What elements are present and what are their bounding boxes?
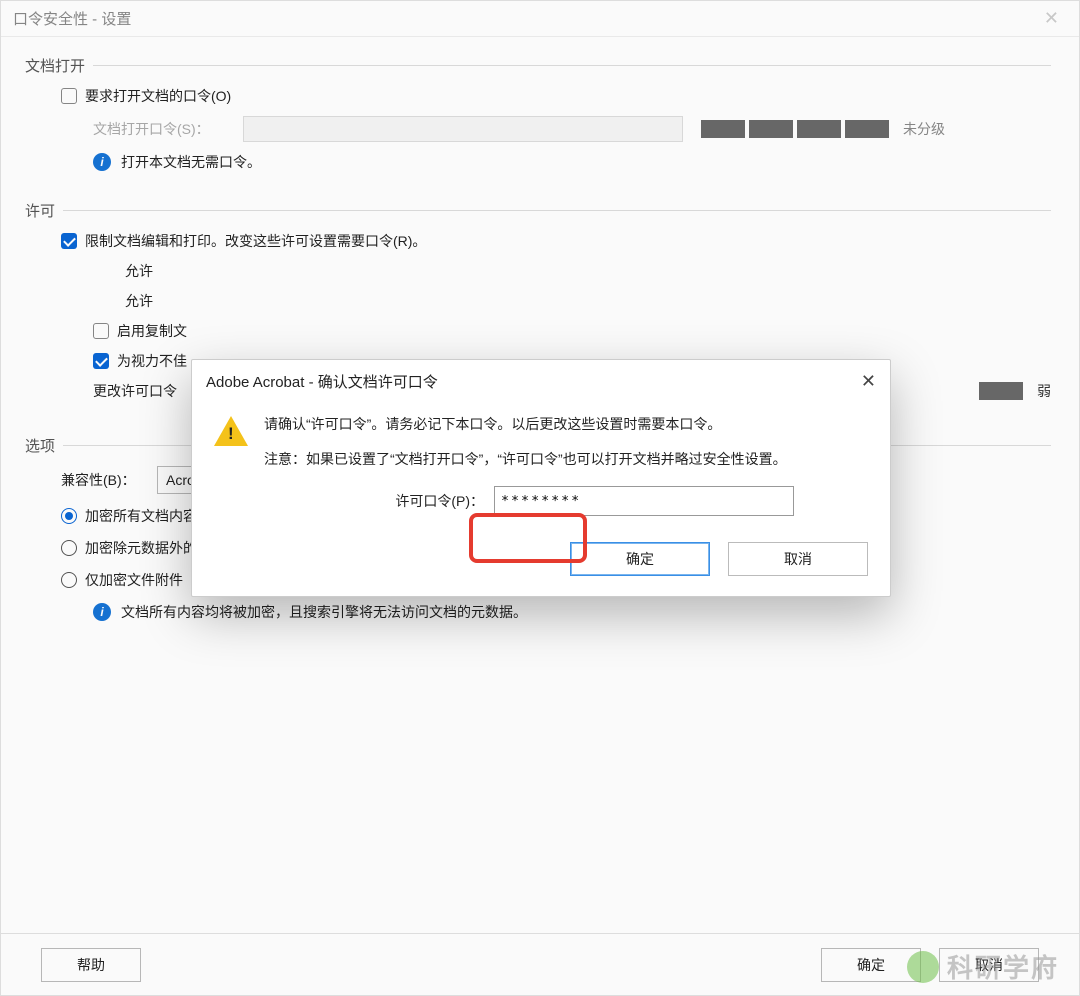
- modal-titlebar: Adobe Acrobat - 确认文档许可口令 ✕: [192, 360, 890, 402]
- modal-password-row: 许可口令(P)：: [264, 486, 794, 516]
- close-icon[interactable]: ✕: [861, 371, 876, 392]
- modal-text: 请确认“许可口令”。请务必记下本口令。以后更改这些设置时需要本口令。 注意：如果…: [264, 412, 794, 516]
- watermark-text: 科研学府: [947, 948, 1059, 985]
- modal-cancel-button[interactable]: 取消: [728, 542, 868, 576]
- security-settings-window: 口令安全性 - 设置 ✕ 文档打开 要求打开文档的口令(O) 文档打开口令(S)…: [0, 0, 1080, 996]
- modal-cancel-label: 取消: [784, 549, 812, 569]
- modal-body: 请确认“许可口令”。请务必记下本口令。以后更改这些设置时需要本口令。 注意：如果…: [192, 402, 890, 534]
- modal-title: Adobe Acrobat - 确认文档许可口令: [206, 371, 438, 392]
- modal-message-2: 注意：如果已设置了“文档打开口令”，“许可口令”也可以打开文档并略过安全性设置。: [264, 447, 794, 472]
- modal-message-1: 请确认“许可口令”。请务必记下本口令。以后更改这些设置时需要本口令。: [264, 412, 794, 437]
- watermark-icon: [907, 951, 939, 983]
- modal-actions: 确定 取消: [192, 534, 890, 596]
- watermark: 科研学府: [907, 948, 1059, 985]
- modal-ok-button[interactable]: 确定: [570, 542, 710, 576]
- warning-icon: [214, 412, 248, 446]
- modal-ok-label: 确定: [626, 549, 654, 569]
- permissions-password-input[interactable]: [494, 486, 794, 516]
- modal-password-label: 许可口令(P)：: [264, 489, 484, 514]
- confirm-permissions-password-dialog: Adobe Acrobat - 确认文档许可口令 ✕ 请确认“许可口令”。请务必…: [191, 359, 891, 597]
